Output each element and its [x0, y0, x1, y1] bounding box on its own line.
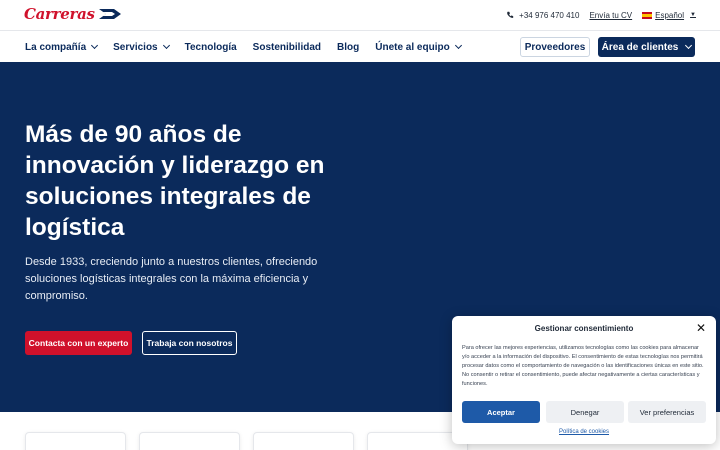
chevron-down-icon	[454, 41, 462, 50]
hero-title: Más de 90 años de innovación y liderazgo…	[25, 121, 325, 241]
nav-item-company[interactable]: La compañía	[25, 41, 99, 53]
arrow-logo-icon	[98, 9, 121, 19]
send-cv-link[interactable]: Envía tu CV	[589, 11, 632, 20]
client-area-button[interactable]: Área de clientes	[598, 37, 695, 57]
phone-icon	[507, 11, 514, 18]
feature-card[interactable]	[253, 432, 354, 450]
caret-down-icon: ▼	[690, 12, 696, 18]
suppliers-button[interactable]: Proveedores	[520, 37, 590, 57]
nav-item-label: Únete al equipo	[375, 41, 450, 53]
accept-cookies-button[interactable]: Aceptar	[462, 401, 540, 423]
contact-expert-button[interactable]: Contacta con un experto	[25, 331, 132, 355]
brand-logo[interactable]: Carreras	[24, 5, 123, 23]
brand-name: Carreras	[24, 5, 95, 23]
spain-flag-icon	[642, 11, 653, 19]
top-utility-links: +34 976 470 410 Envía tu CV Español ▼	[506, 0, 696, 30]
deny-cookies-button[interactable]: Denegar	[546, 401, 624, 423]
nav-item-services[interactable]: Servicios	[113, 41, 170, 53]
nav-item-label: La compañía	[25, 41, 87, 53]
phone-contact[interactable]: +34 976 470 410	[506, 11, 579, 20]
nav-item-label: Servicios	[113, 41, 158, 53]
chevron-down-icon	[91, 41, 99, 50]
nav-menu: La compañía Servicios Tecnología Sosteni…	[25, 31, 462, 63]
chevron-down-icon	[162, 41, 170, 50]
nav-item-join-team[interactable]: Únete al equipo	[375, 41, 462, 53]
page: Carreras +34 976 470 410 Envía tu CV Esp…	[0, 0, 720, 450]
nav-item-label: Sostenibilidad	[252, 41, 322, 53]
feature-card[interactable]	[139, 432, 240, 450]
hero-subtitle: Desde 1933, creciendo junto a nuestros c…	[25, 256, 318, 302]
consent-title: Gestionar consentimiento	[534, 324, 634, 333]
phone-number: +34 976 470 410	[519, 10, 580, 20]
cookie-policy-link[interactable]: Política de cookies	[452, 429, 716, 435]
nav-item-label: Blog	[337, 41, 360, 53]
cookie-consent-dialog: Gestionar consentimiento ✕ Para ofrecer …	[452, 316, 716, 444]
nav-item-blog[interactable]: Blog	[337, 42, 359, 53]
language-selector[interactable]: Español ▼	[642, 11, 696, 20]
work-with-us-button[interactable]: Trabaja con nosotros	[142, 331, 237, 355]
nav-item-technology[interactable]: Tecnología	[185, 42, 237, 53]
feature-card[interactable]	[25, 432, 126, 450]
language-label: Español	[655, 10, 685, 20]
nav-item-sustainability[interactable]: Sostenibilidad	[253, 42, 321, 53]
top-bar: Carreras +34 976 470 410 Envía tu CV Esp…	[0, 0, 720, 30]
consent-description: Para ofrecer las mejores experiencias, u…	[462, 345, 704, 387]
nav-item-label: Tecnología	[184, 41, 237, 53]
close-icon[interactable]: ✕	[696, 321, 706, 335]
chevron-down-icon	[685, 41, 693, 50]
view-preferences-button[interactable]: Ver preferencias	[628, 401, 706, 423]
main-navigation: La compañía Servicios Tecnología Sosteni…	[0, 30, 720, 62]
client-area-label: Área de clientes	[601, 41, 679, 53]
